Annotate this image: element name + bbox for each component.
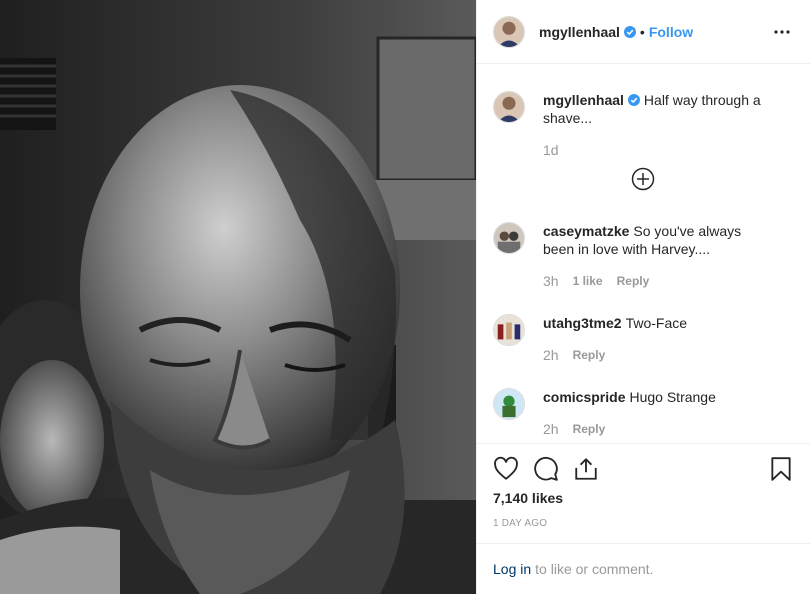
caption-username[interactable]: mgyllenhaal: [543, 92, 624, 108]
separator-dot: •: [639, 23, 645, 40]
post-photo[interactable]: [0, 0, 476, 594]
comment-time[interactable]: 2h: [543, 420, 559, 438]
comment-item: comicspride Hugo Strange 2h Reply: [477, 388, 810, 438]
comments-list[interactable]: mgyllenhaal Half way through a shave... 1…: [477, 65, 810, 443]
share-icon[interactable]: [573, 456, 599, 482]
reply-button[interactable]: Reply: [617, 272, 650, 290]
caption-age[interactable]: 1d: [543, 141, 559, 159]
verified-badge-icon: [623, 25, 636, 38]
comment-item: caseymatzke So you've always been in love…: [477, 222, 810, 290]
comment-username[interactable]: comicspride: [543, 389, 625, 405]
login-link[interactable]: Log in: [493, 561, 531, 577]
bookmark-icon[interactable]: [768, 456, 794, 482]
avatar[interactable]: [493, 222, 525, 254]
header-username[interactable]: mgyllenhaal: [539, 24, 620, 40]
login-prompt: Log in to like or comment.: [477, 543, 810, 594]
heart-icon[interactable]: [493, 456, 519, 482]
comment-likes[interactable]: 1 like: [573, 272, 603, 290]
comment-text: Two-Face: [625, 315, 688, 331]
load-more-icon: [631, 167, 655, 191]
follow-button[interactable]: Follow: [649, 24, 693, 40]
comment-time[interactable]: 2h: [543, 346, 559, 364]
comment-icon[interactable]: [533, 456, 559, 482]
more-options-button[interactable]: [770, 20, 794, 44]
comment-item: utahg3tme2 Two-Face 2h Reply: [477, 314, 810, 364]
post-date[interactable]: 1 DAY AGO: [493, 518, 794, 529]
comment-time[interactable]: 3h: [543, 272, 559, 290]
reply-button[interactable]: Reply: [573, 346, 606, 364]
post-sidebar: mgyllenhaal • Follow mgyllenhaal Half way…: [476, 0, 810, 594]
avatar[interactable]: [493, 388, 525, 420]
avatar[interactable]: [493, 314, 525, 346]
reply-button[interactable]: Reply: [573, 420, 606, 438]
load-more-comments-button[interactable]: [631, 167, 655, 191]
login-prompt-text: to like or comment.: [535, 561, 654, 577]
post-photo-image: [0, 0, 476, 594]
more-options-icon: [774, 29, 790, 34]
post-header: mgyllenhaal • Follow: [477, 0, 810, 64]
comment-text: Hugo Strange: [629, 389, 716, 405]
avatar[interactable]: [493, 15, 525, 48]
comment-username[interactable]: caseymatzke: [543, 223, 629, 239]
post-actions: 7,140 likes 1 DAY AGO: [477, 443, 810, 543]
caption: mgyllenhaal Half way through a shave... 1…: [477, 91, 810, 159]
avatar[interactable]: [493, 91, 525, 123]
comment-username[interactable]: utahg3tme2: [543, 315, 622, 331]
like-count[interactable]: 7,140 likes: [493, 490, 794, 506]
verified-badge-icon: [627, 94, 640, 106]
